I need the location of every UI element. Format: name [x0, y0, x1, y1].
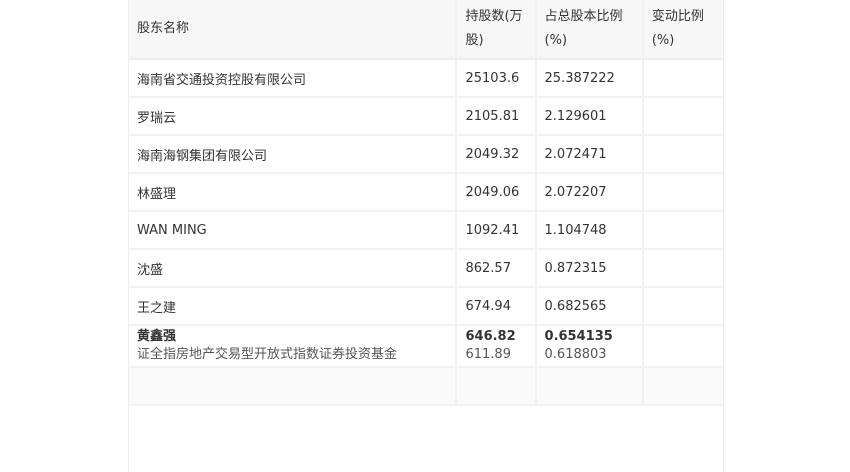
cell-shares-overlap: 646.82 611.89 — [456, 325, 537, 368]
cell-shares: 674.94 — [456, 287, 537, 326]
shareholder-table: 股东名称 持股数(万股) 占总股本比例(%) 变动比例(%) 海南省交通投资控股… — [129, 0, 723, 406]
cell-percent: 25.387222 — [535, 59, 644, 98]
header-name: 股东名称 — [129, 0, 458, 60]
cell-percent: 2.072471 — [535, 135, 644, 174]
cell-shares: 25103.6 — [456, 59, 537, 98]
table-row: 林盛理 2049.06 2.072207 — [129, 173, 723, 212]
cell-shares: 2049.06 — [456, 173, 537, 212]
cell-change — [642, 287, 723, 326]
cell-change — [642, 211, 723, 250]
cell-name: 海南海钢集团有限公司 — [129, 135, 458, 174]
cell-name: 海南省交通投资控股有限公司 — [129, 59, 458, 98]
table-header-row: 股东名称 持股数(万股) 占总股本比例(%) 变动比例(%) — [129, 0, 723, 60]
table-row: 罗瑞云 2105.81 2.129601 — [129, 97, 723, 136]
cell-percent: 2.072207 — [535, 173, 644, 212]
table-row-overlap: 黄鑫强 证全指房地产交易型开放式指数证券投资基金 646.82 611.89 0… — [129, 325, 723, 368]
table-row: 沈盛 862.57 0.872315 — [129, 249, 723, 288]
cell-change — [642, 173, 723, 212]
cell-percent-b: 0.618803 — [544, 347, 607, 362]
cell-name: 罗瑞云 — [129, 97, 458, 136]
table-row-blank — [129, 367, 723, 406]
cell-change — [642, 135, 723, 174]
cell-percent: 1.104748 — [535, 211, 644, 250]
cell-name: 王之建 — [129, 287, 458, 326]
cell-change — [642, 59, 723, 98]
cell-change — [642, 97, 723, 136]
table-row: 海南省交通投资控股有限公司 25103.6 25.387222 — [129, 59, 723, 98]
cell-shares: 1092.41 — [456, 211, 537, 250]
cell-percent: 2.129601 — [535, 97, 644, 136]
table-row: 王之建 674.94 0.682565 — [129, 287, 723, 326]
cell-shares: 862.57 — [456, 249, 537, 288]
cell-name: 沈盛 — [129, 249, 458, 288]
cell-percent-a: 0.654135 — [544, 329, 613, 344]
shareholder-table-panel: 股东名称 持股数(万股) 占总股本比例(%) 变动比例(%) 海南省交通投资控股… — [128, 0, 724, 472]
cell-name: WAN MING — [129, 211, 458, 250]
cell-change — [642, 249, 723, 288]
cell-name-b: 证全指房地产交易型开放式指数证券投资基金 — [137, 347, 398, 362]
cell-name-a: 黄鑫强 — [137, 329, 177, 344]
cell-shares-b: 611.89 — [465, 347, 511, 362]
table-row: 海南海钢集团有限公司 2049.32 2.072471 — [129, 135, 723, 174]
cell-shares: 2105.81 — [456, 97, 537, 136]
cell-name-overlap: 黄鑫强 证全指房地产交易型开放式指数证券投资基金 — [129, 325, 458, 368]
table-row: WAN MING 1092.41 1.104748 — [129, 211, 723, 250]
cell-name: 林盛理 — [129, 173, 458, 212]
header-percent: 占总股本比例(%) — [535, 0, 644, 60]
header-change: 变动比例(%) — [642, 0, 723, 60]
cell-percent-overlap: 0.654135 0.618803 — [535, 325, 644, 368]
header-shares: 持股数(万股) — [456, 0, 537, 60]
cell-percent: 0.682565 — [535, 287, 644, 326]
cell-change-overlap — [642, 325, 723, 368]
cell-percent: 0.872315 — [535, 249, 644, 288]
cell-shares: 2049.32 — [456, 135, 537, 174]
cell-shares-a: 646.82 — [465, 329, 516, 344]
